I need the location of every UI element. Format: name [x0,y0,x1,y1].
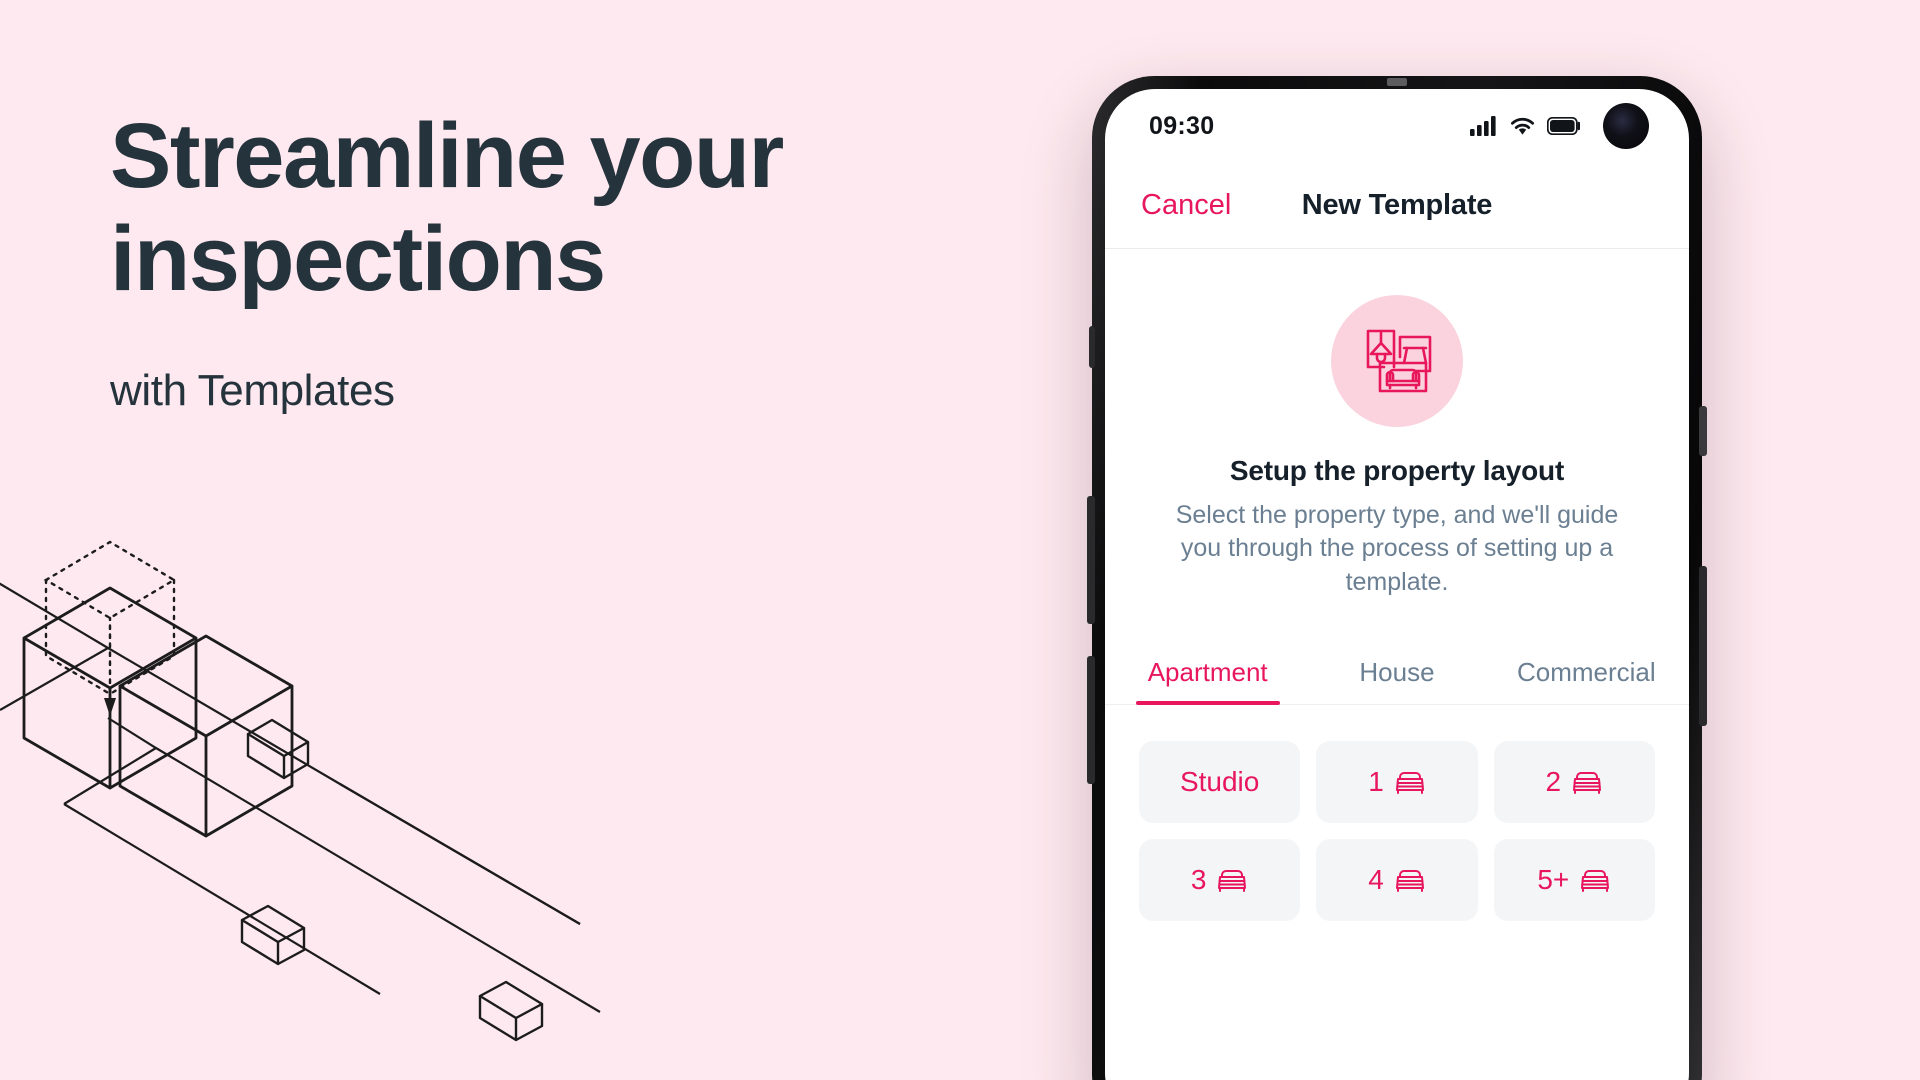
bedroom-option-label: 2 [1545,765,1562,797]
bedroom-option-label: 1 [1368,765,1384,797]
bedroom-option-studio[interactable]: Studio [1139,740,1301,823]
status-bar: 09:30 [1105,89,1689,163]
nav-bar: Cancel New Template [1105,163,1689,249]
side-button-mute[interactable] [1089,326,1095,368]
headline-line-2: inspections [110,208,606,311]
bed-icon [1395,771,1424,794]
bedroom-option-4[interactable]: 4 [1316,838,1478,921]
bedroom-option-5plus[interactable]: 5+ [1493,838,1655,921]
section-heading: Setup the property layout Select the pro… [1105,455,1689,599]
subheadline: with Templates [110,366,395,416]
status-bar-icons [1470,103,1649,149]
cellular-signal-icon [1470,116,1496,136]
section-description: Select the property type, and we'll guid… [1175,501,1619,596]
bed-icon [1573,771,1602,794]
isometric-decoration [0,540,601,1042]
page-title: Streamline your inspections [110,105,870,311]
section-title: Setup the property layout [1229,455,1565,486]
headline-line-1: Streamline your [110,105,784,207]
room-furniture-icon [1366,329,1432,393]
side-button-secondary[interactable] [1699,406,1707,456]
side-button-volume-down[interactable] [1087,656,1095,784]
bedroom-option-label: Studio [1179,765,1260,797]
bedroom-option-2[interactable]: 2 [1493,740,1655,823]
bedroom-option-grid: Studio 1 2 3 4 5+ [1105,705,1689,921]
tab-apartment[interactable]: Apartment [1113,645,1302,705]
phone-mockup: 09:30 Cancel New Template Setup the prop… [1087,76,1707,1080]
bedroom-option-label: 5+ [1537,863,1570,895]
marketing-copy: Streamline your inspections with Templat… [110,105,870,418]
bedroom-option-3[interactable]: 3 [1139,838,1301,921]
promo-banner: Streamline your inspections with Templat… [0,0,1920,1080]
bedroom-option-label: 4 [1368,863,1384,895]
status-bar-clock: 09:30 [1149,111,1215,140]
cancel-button[interactable]: Cancel [1141,189,1231,222]
tab-house[interactable]: House [1302,645,1491,704]
bedroom-option-1[interactable]: 1 [1316,740,1478,823]
battery-icon [1547,117,1580,135]
wifi-icon [1511,117,1534,135]
phone-screen: 09:30 Cancel New Template Setup the prop… [1105,89,1689,1080]
side-button-volume-up[interactable] [1087,496,1095,624]
bed-icon [1218,869,1247,892]
hero-illustration [1105,295,1689,427]
bed-icon [1581,869,1610,892]
side-button-power[interactable] [1699,566,1707,726]
bedroom-option-label: 3 [1190,863,1207,895]
tab-commercial[interactable]: Commercial [1492,645,1681,704]
hero-circle-background [1331,295,1463,427]
front-camera-hole [1603,103,1649,149]
earpiece-speaker [1387,78,1407,86]
property-type-tabs: Apartment House Commercial [1105,645,1689,705]
bed-icon [1395,869,1424,892]
